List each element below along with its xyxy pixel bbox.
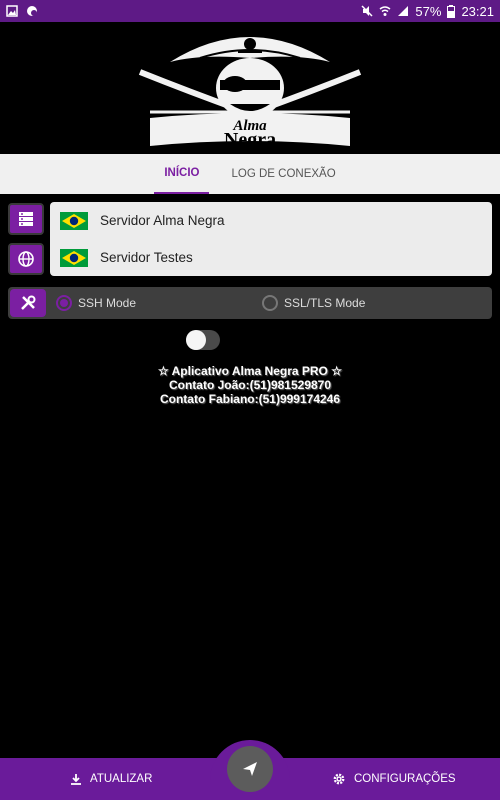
- battery-icon: [447, 4, 456, 18]
- server-name: Servidor Alma Negra: [100, 213, 225, 228]
- ssl-tls-mode-label: SSL/TLS Mode: [284, 296, 366, 310]
- wifi-icon: [379, 6, 391, 16]
- update-label: ATUALIZAR: [90, 773, 153, 785]
- app-logo: Alma Negra: [0, 22, 500, 154]
- server-icon: [19, 212, 33, 226]
- settings-button[interactable]: CONFIGURAÇÕES: [332, 758, 456, 800]
- mute-icon: [361, 5, 373, 17]
- clock: 23:21: [461, 3, 494, 19]
- settings-label: CONFIGURAÇÕES: [354, 773, 456, 785]
- connect-fab[interactable]: [227, 746, 273, 792]
- contact-joao: Contato João:(51)981529870: [168, 378, 332, 392]
- logo-line2: Negra: [224, 129, 276, 151]
- status-bar: 57% 23:21: [0, 0, 500, 22]
- tab-bar: INÍCIO LOG DE CONEXÃO: [0, 154, 500, 194]
- tools-icon: [21, 295, 36, 310]
- image-notification-icon: [6, 5, 18, 17]
- brazil-flag-icon: [60, 211, 88, 230]
- mode-selector: SSH Mode SSL/TLS Mode: [8, 287, 492, 319]
- radio-circle: [56, 295, 72, 311]
- globe-icon: [18, 251, 34, 267]
- ssh-mode-radio[interactable]: SSH Mode: [56, 295, 262, 311]
- connection-toggle[interactable]: [186, 330, 220, 350]
- pirate-logo-image: Alma Negra: [138, 37, 362, 151]
- server-name: Servidor Testes: [100, 250, 193, 265]
- server-list-button[interactable]: [8, 203, 44, 235]
- signal-icon: [398, 6, 409, 16]
- brazil-flag-icon: [60, 248, 88, 267]
- contact-fabiano: Contato Fabiano:(51)999174246: [159, 392, 341, 406]
- ssh-mode-label: SSH Mode: [78, 296, 137, 310]
- send-icon: [243, 762, 257, 776]
- battery-percent: 57%: [415, 3, 442, 19]
- ssl-tls-mode-radio[interactable]: SSL/TLS Mode: [262, 295, 365, 311]
- update-button[interactable]: ATUALIZAR: [70, 758, 152, 800]
- server-item-alma-negra[interactable]: Servidor Alma Negra: [50, 202, 492, 239]
- gear-icon: [333, 773, 345, 785]
- toggle-knob: [186, 330, 206, 350]
- app-info-title: ☆ Aplicativo Alma Negra PRO ☆: [157, 364, 342, 378]
- tab-inicio[interactable]: INÍCIO: [154, 154, 210, 194]
- tools-button[interactable]: [10, 289, 46, 317]
- tab-log-conexao[interactable]: LOG DE CONEXÃO: [221, 154, 345, 194]
- download-icon: [71, 774, 81, 785]
- server-item-testes[interactable]: Servidor Testes: [50, 239, 492, 276]
- app-notification-icon: [27, 6, 37, 16]
- radio-circle: [262, 295, 278, 311]
- network-button[interactable]: [8, 243, 44, 275]
